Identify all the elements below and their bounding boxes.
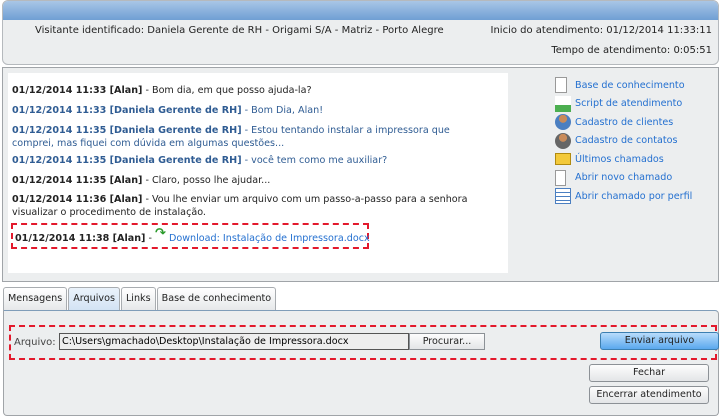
message-meta: 01/12/2014 11:35 [Daniela Gerente de RH]: [12, 155, 242, 166]
link-script-atendimento[interactable]: Script de atendimento: [555, 95, 692, 114]
chat-message: 01/12/2014 11:36 [Alan] - Vou lhe enviar…: [12, 193, 502, 219]
folder-icon: [555, 153, 571, 166]
message-meta: 01/12/2014 11:36 [Alan]: [12, 194, 143, 205]
separator: -: [145, 233, 155, 244]
download-arrow-icon: ↷: [154, 226, 166, 241]
quick-links: Base de conhecimento Script de atendimen…: [555, 76, 692, 206]
close-button[interactable]: Fechar: [589, 364, 709, 382]
link-ultimos-chamados[interactable]: Últimos chamados: [555, 150, 692, 169]
link-abrir-chamado[interactable]: Abrir novo chamado: [555, 169, 692, 188]
document-icon: [555, 77, 567, 94]
chat-panel: 01/12/2014 11:33 [Alan] - Bom dia, em qu…: [2, 67, 719, 282]
download-link[interactable]: Download: Instalação de Impressora.docx: [169, 233, 370, 244]
link-base-conhecimento[interactable]: Base de conhecimento: [555, 76, 692, 95]
message-meta: 01/12/2014 11:35 [Daniela Gerente de RH]: [12, 125, 242, 136]
message-text: - Bom dia, em que posso ajuda-la?: [142, 85, 312, 96]
contact-icon: [555, 132, 571, 149]
file-label: Arquivo:: [14, 337, 56, 348]
checklist-icon: [555, 188, 571, 205]
link-label: Script de atendimento: [575, 98, 683, 110]
send-file-button[interactable]: Enviar arquivo: [600, 332, 719, 350]
browse-button[interactable]: Procurar...: [409, 333, 485, 350]
link-cadastro-contatos[interactable]: Cadastro de contatos: [555, 132, 692, 151]
tab-base-conhecimento[interactable]: Base de conhecimento: [156, 287, 277, 310]
header-bar: [3, 1, 718, 20]
download-message: 01/12/2014 11:38 [Alan] - ↷ Download: In…: [11, 223, 370, 249]
tab-bar: Mensagens Arquivos Links Base de conheci…: [3, 287, 277, 310]
new-ticket-icon: [555, 169, 566, 186]
tab-links[interactable]: Links: [120, 287, 156, 310]
file-upload-area: Arquivo: Procurar... Enviar arquivo: [9, 325, 719, 360]
chat-message: 01/12/2014 11:35 [Alan] - Claro, posso l…: [12, 174, 502, 187]
link-abrir-chamado-perfil[interactable]: Abrir chamado por perfil: [555, 187, 692, 206]
file-path-input[interactable]: [59, 333, 409, 350]
message-meta: 01/12/2014 11:35 [Alan]: [12, 175, 143, 186]
chat-log[interactable]: 01/12/2014 11:33 [Alan] - Bom dia, em qu…: [8, 73, 508, 273]
link-label: Últimos chamados: [575, 153, 664, 165]
link-label: Base de conhecimento: [575, 79, 685, 91]
user-icon: [555, 114, 571, 131]
message-meta: 01/12/2014 11:33 [Alan]: [12, 85, 143, 96]
message-text: - você tem como me auxiliar?: [241, 155, 388, 166]
end-session-button[interactable]: Encerrar atendimento: [589, 386, 709, 404]
chat-message: 01/12/2014 11:33 [Daniela Gerente de RH]…: [12, 104, 502, 117]
chat-message: 01/12/2014 11:33 [Alan] - Bom dia, em qu…: [12, 84, 502, 97]
link-label: Cadastro de clientes: [575, 116, 674, 128]
download-line: 01/12/2014 11:38 [Alan] - ↷ Download: In…: [15, 227, 505, 245]
link-label: Abrir novo chamado: [575, 172, 673, 184]
org-chart-icon: [555, 95, 571, 112]
message-text: - Bom Dia, Alan!: [241, 105, 324, 116]
message-meta: 01/12/2014 11:38 [Alan]: [15, 233, 146, 244]
message-text: - Claro, posso lhe ajudar...: [142, 175, 271, 186]
chat-message: 01/12/2014 11:35 [Daniela Gerente de RH]…: [12, 124, 482, 150]
chat-message: 01/12/2014 11:35 [Daniela Gerente de RH]…: [12, 154, 502, 167]
files-pane: Arquivo: Procurar... Enviar arquivo Fech…: [3, 310, 719, 416]
visitor-info: Visitante identificado: Daniela Gerente …: [35, 25, 444, 36]
link-label: Cadastro de contatos: [575, 135, 678, 147]
tab-mensagens[interactable]: Mensagens: [3, 287, 68, 310]
tab-arquivos[interactable]: Arquivos: [68, 287, 120, 310]
link-label: Abrir chamado por perfil: [575, 190, 693, 202]
visitor-header: Visitante identificado: Daniela Gerente …: [2, 0, 719, 65]
message-meta: 01/12/2014 11:33 [Daniela Gerente de RH]: [12, 105, 242, 116]
duration: Tempo de atendimento: 0:05:51: [551, 45, 712, 56]
start-time: Inicio do atendimento: 01/12/2014 11:33:…: [490, 25, 713, 36]
link-cadastro-clientes[interactable]: Cadastro de clientes: [555, 113, 692, 132]
